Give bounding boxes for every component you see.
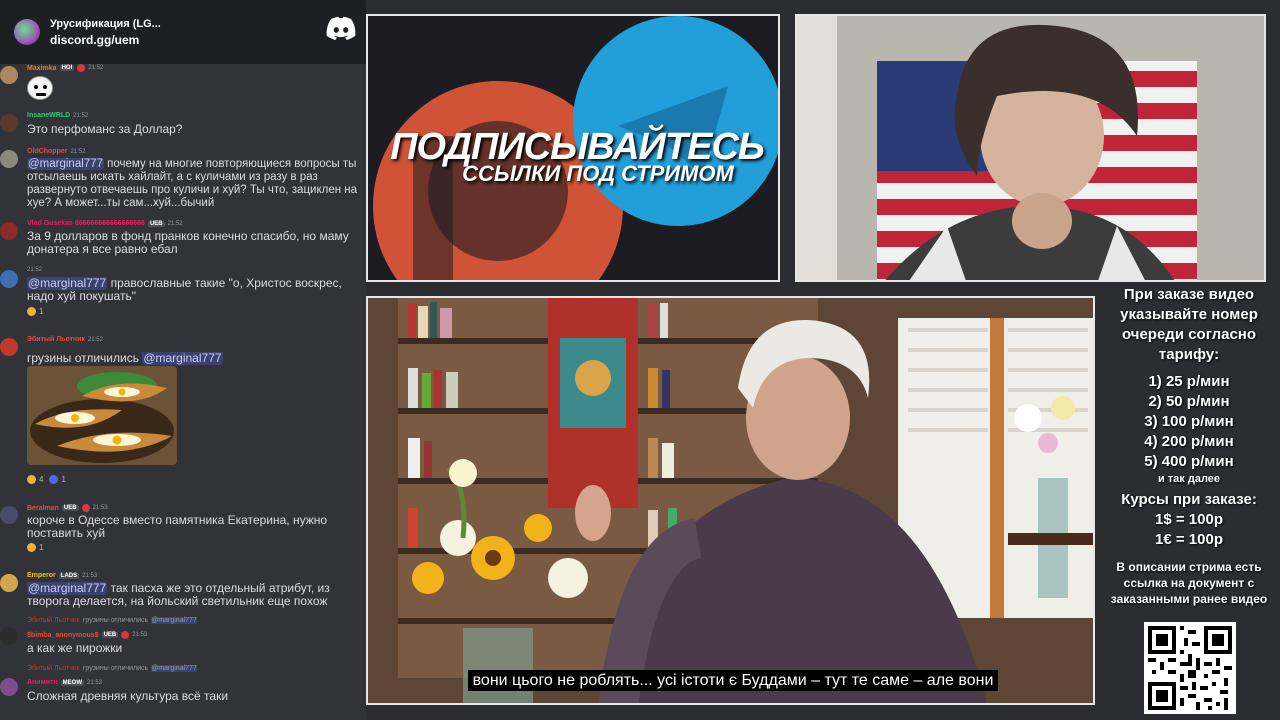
- timestamp: 21:52: [88, 65, 104, 71]
- username[interactable]: Эбитый Льотчик: [27, 336, 85, 343]
- username[interactable]: OldChopper: [27, 148, 67, 155]
- timestamp: 21:52: [167, 220, 183, 227]
- server-header[interactable]: Урусификация (LG... discord.gg/uem: [0, 0, 366, 64]
- user-mention[interactable]: @marginal777: [142, 352, 223, 365]
- avatar: [0, 338, 18, 356]
- tariff-item: 5) 400 р/мин: [1144, 453, 1234, 470]
- user-mention[interactable]: @marginal777: [27, 158, 104, 170]
- avatar: [0, 574, 18, 592]
- avatar: [0, 114, 18, 132]
- message-text: @marginal777 православные такие "о, Хрис…: [27, 277, 342, 303]
- tariff-item: 4) 200 р/мин: [1144, 433, 1234, 450]
- custom-emoji-icon: [27, 76, 53, 100]
- username[interactable]: Maximka: [27, 65, 57, 72]
- avatar: [0, 222, 18, 240]
- username[interactable]: $bimba_anonymous$: [27, 632, 99, 639]
- reply-mention: @marginal777: [151, 617, 197, 624]
- reply-username: Эбитый Льотчик: [27, 617, 80, 624]
- timestamp: 21:53: [87, 679, 103, 686]
- attached-image[interactable]: [27, 366, 177, 465]
- role-badge: UEB: [61, 505, 79, 511]
- tariff-item: 1) 25 р/мин: [1148, 373, 1230, 390]
- reactions: 4 1: [27, 475, 72, 484]
- tariff-list: 1) 25 р/мин 2) 50 р/мин 3) 100 р/мин 4) …: [1098, 372, 1280, 486]
- promo-subtitle: ССЫЛКИ ПОД СТРИМОМ: [462, 161, 734, 186]
- server-icon: [14, 19, 40, 45]
- reply-text: грузины отличились: [82, 617, 149, 624]
- message-text: За 9 долларов в фонд пранков конечно спа…: [27, 230, 349, 256]
- video-subtitle: вони цього не роблять... усі істоти є Бу…: [428, 670, 1038, 691]
- tariff-item: 3) 100 р/мин: [1144, 413, 1234, 430]
- timestamp: 21:52: [73, 112, 89, 119]
- timestamp: 21:53: [82, 572, 98, 579]
- timestamp: 21:52: [70, 148, 86, 155]
- username[interactable]: Beralman: [27, 505, 59, 512]
- timestamp: 21:53: [132, 632, 148, 638]
- emoji-icon: [27, 543, 36, 552]
- discord-logo-icon: [326, 16, 356, 40]
- webcam-feed: [795, 14, 1266, 282]
- avatar: [0, 678, 18, 696]
- courses-title: Курсы при заказе:: [1121, 491, 1257, 508]
- role-badge: LADS: [58, 572, 80, 579]
- reply-mention: @marginal777: [151, 665, 197, 672]
- reply-text: грузины отличились: [82, 665, 149, 672]
- reaction[interactable]: 1: [27, 543, 43, 552]
- status-icon: [81, 504, 90, 512]
- role-badge: MEOW: [60, 679, 84, 686]
- message-text: а как же пирожки: [27, 642, 123, 655]
- message-text: Сложная древняя культура всё таки: [27, 690, 229, 703]
- role-badge: HOI: [59, 65, 75, 71]
- avatar: [0, 150, 18, 168]
- role-badge: UEB: [101, 632, 119, 638]
- message-text: короче в Одессе вместо памятника Екатери…: [27, 514, 328, 540]
- reaction[interactable]: 1: [49, 475, 66, 484]
- message-text: грузины отличились @marginal777: [27, 352, 223, 365]
- emoji-icon: [49, 475, 59, 484]
- reaction[interactable]: 1: [27, 307, 43, 316]
- avatar: [0, 66, 18, 84]
- timestamp: 21:53: [92, 505, 108, 511]
- role-badge: UEB: [147, 220, 165, 227]
- username[interactable]: Emperor: [27, 572, 56, 579]
- username[interactable]: Анимнтн: [27, 679, 58, 686]
- status-icon: [77, 64, 86, 72]
- server-invite-link[interactable]: discord.gg/uem: [50, 33, 161, 47]
- timestamp: 21:52: [27, 267, 43, 273]
- avatar: [0, 270, 18, 288]
- message-text: @marginal777 так пасха же это отдельный …: [27, 582, 330, 608]
- timestamp: 21:52: [87, 336, 103, 343]
- username[interactable]: InsaneWRLD: [27, 112, 70, 119]
- reaction[interactable]: 4: [27, 475, 43, 484]
- reply-username: Эбитый Льотчик: [27, 665, 80, 672]
- reactions: 1: [27, 543, 49, 552]
- username[interactable]: Vlad Gusekas 666666666666666666: [27, 220, 145, 227]
- donation-info-panel: При заказе видео указывайте номер очеред…: [1098, 283, 1280, 720]
- promo-panel: ПОДПИСЫВАЙТЕСЬ ССЫЛКИ ПОД СТРИМОМ: [366, 14, 780, 282]
- emoji-icon: [27, 307, 36, 316]
- status-icon: [121, 631, 130, 639]
- tariff-etc: и так далее: [1157, 473, 1221, 485]
- tariff-item: 2) 50 р/мин: [1148, 393, 1230, 410]
- message-text: @marginal777 почему на многие повторяющи…: [27, 158, 358, 209]
- main-video-player[interactable]: вони цього не роблять... усі істоти є Бу…: [366, 296, 1095, 705]
- order-instruction: При заказе видео указывайте номер очеред…: [1120, 286, 1258, 363]
- reactions: 1: [27, 307, 49, 316]
- avatar: [0, 506, 18, 524]
- discord-chat-overlay: Урусификация (LG... discord.gg/uem Maxim…: [0, 0, 366, 720]
- description-note: В описании стрима есть ссылка на докумен…: [1110, 560, 1268, 606]
- server-name: Урусификация (LG...: [50, 17, 161, 30]
- avatar: [0, 627, 18, 645]
- reply-preview[interactable]: Эбитый Льотчик грузины отличились @margi…: [27, 617, 197, 624]
- reply-preview[interactable]: Эбитый Льотчик грузины отличились @margi…: [27, 665, 197, 672]
- qr-code[interactable]: [1144, 622, 1236, 714]
- rate-usd: 1$ = 100р: [1155, 511, 1223, 528]
- message-text: Это перфоманс за Доллар?: [27, 123, 183, 136]
- emoji-icon: [27, 475, 36, 484]
- rate-eur: 1€ = 100р: [1155, 531, 1223, 548]
